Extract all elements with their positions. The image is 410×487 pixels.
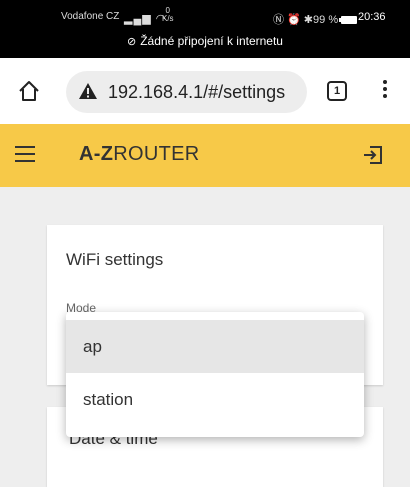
mode-dropdown-menu: ap station	[66, 312, 364, 437]
not-secure-warning-icon[interactable]	[78, 82, 98, 100]
app-header: A-ZROUTER	[0, 124, 410, 187]
signal-wifi-icon: ▂▄▆ ◠	[124, 13, 167, 25]
app-title: A-ZROUTER	[79, 143, 200, 165]
logout-icon[interactable]	[362, 144, 384, 166]
no-connection-icon: ⊘	[127, 36, 137, 48]
mode-option-ap[interactable]: ap	[66, 320, 364, 373]
hamburger-menu-icon[interactable]	[15, 146, 35, 162]
status-time: 20:36	[358, 11, 386, 23]
mode-option-station[interactable]: station	[66, 373, 364, 426]
system-status-bar: Vodafone CZ ▂▄▆ ◠ 0 K/s Ⓝ ⏰ ✱99 % 20:36 ⊘…	[0, 0, 410, 58]
network-speed: 0 K/s	[162, 6, 174, 23]
battery-icon	[339, 16, 358, 25]
status-icons: Ⓝ ⏰ ✱99 %	[273, 11, 359, 27]
battery-percent: 99 %	[313, 14, 339, 26]
address-bar[interactable]: 192.168.4.1/#/settings	[66, 71, 307, 113]
wifi-settings-title: WiFi settings	[66, 250, 164, 269]
tab-switcher-button[interactable]: 1	[327, 81, 347, 101]
no-internet-banner: ⊘ Žádné připojení k internetu	[0, 34, 410, 48]
home-icon[interactable]	[18, 80, 40, 102]
browser-menu-icon[interactable]	[383, 80, 389, 100]
browser-toolbar: 192.168.4.1/#/settings 1	[0, 58, 410, 124]
carrier-name: Vodafone CZ	[61, 11, 120, 22]
url-text[interactable]: 192.168.4.1/#/settings	[108, 82, 285, 103]
no-internet-text: Žádné připojení k internetu	[140, 34, 283, 48]
